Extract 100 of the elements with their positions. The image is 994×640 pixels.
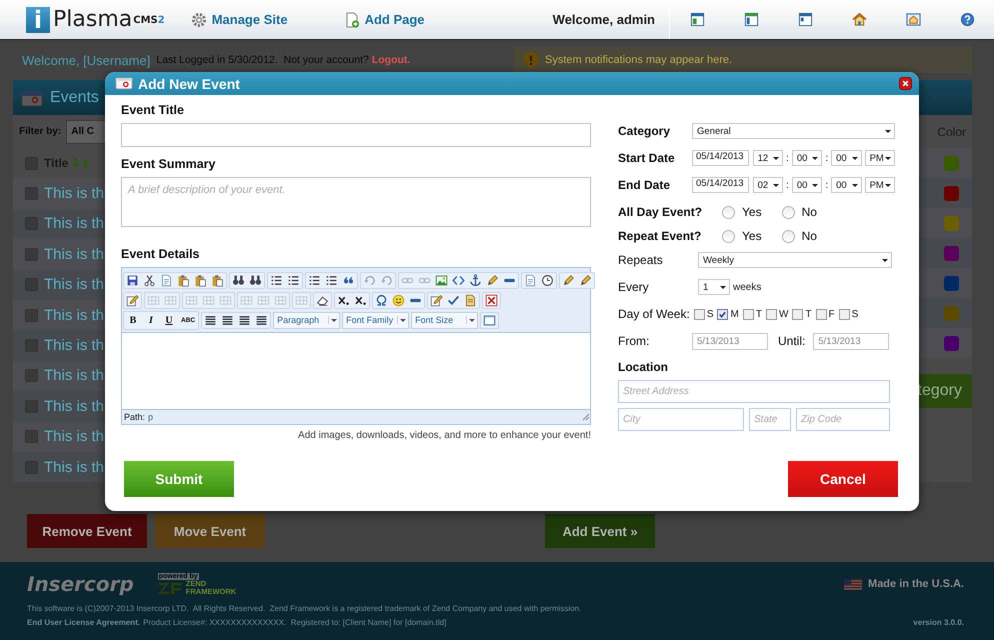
- day-label[interactable]: F: [828, 308, 835, 320]
- list-icon[interactable]: [270, 274, 283, 286]
- day-label[interactable]: M: [730, 308, 739, 320]
- format-button[interactable]: U: [161, 312, 177, 328]
- align-lines-icon[interactable]: [255, 314, 268, 326]
- align-lines-icon[interactable]: [221, 314, 234, 326]
- radio-label[interactable]: Yes: [742, 229, 762, 243]
- eula-link[interactable]: End User License Agreement.: [27, 618, 140, 627]
- checkbox[interactable]: [25, 217, 38, 230]
- pencil-icon[interactable]: [562, 274, 575, 286]
- date-input[interactable]: 05/14/2013: [692, 177, 749, 193]
- action-button[interactable]: Remove Event: [27, 514, 147, 548]
- path-link[interactable]: p: [148, 412, 154, 422]
- smiley-icon[interactable]: [392, 294, 405, 306]
- hour-select[interactable]: 02: [752, 177, 784, 193]
- date-input[interactable]: 05/14/2013: [692, 150, 749, 166]
- format-button[interactable]: B: [125, 312, 141, 328]
- document-icon[interactable]: [160, 274, 173, 286]
- repeats-select[interactable]: Weekly: [698, 252, 892, 268]
- clipboard-icon[interactable]: [177, 274, 190, 286]
- horseshoe-icon[interactable]: [375, 294, 388, 306]
- radio-button[interactable]: [782, 230, 795, 242]
- day-checkbox[interactable]: [766, 308, 777, 320]
- pencil-icon[interactable]: [126, 294, 139, 306]
- event-title-text[interactable]: This is th: [44, 337, 104, 354]
- second-select[interactable]: 00: [831, 177, 862, 193]
- checkbox[interactable]: [25, 369, 38, 382]
- day-label[interactable]: T: [756, 308, 762, 320]
- document-icon[interactable]: [524, 274, 537, 286]
- pencil-icon[interactable]: [486, 274, 499, 286]
- paragraph-dropdown[interactable]: Paragraph: [273, 312, 340, 328]
- home-icon[interactable]: [852, 12, 867, 27]
- window-icon[interactable]: [483, 314, 496, 326]
- checkbox[interactable]: [25, 308, 38, 322]
- format-button[interactable]: I: [143, 312, 159, 328]
- scissors-icon[interactable]: [143, 274, 156, 286]
- font-size-dropdown[interactable]: Font Size: [411, 312, 478, 328]
- list-icon[interactable]: [325, 274, 338, 286]
- second-select[interactable]: 00: [831, 150, 862, 166]
- day-label[interactable]: S: [706, 308, 714, 320]
- day-checkbox[interactable]: [717, 308, 728, 320]
- checkmark-icon[interactable]: [447, 294, 460, 306]
- checkbox[interactable]: [25, 339, 38, 352]
- checkbox[interactable]: [25, 278, 38, 292]
- day-checkbox[interactable]: [792, 308, 804, 320]
- am-pm-select[interactable]: PM: [864, 150, 896, 166]
- checkbox[interactable]: [25, 430, 38, 444]
- am-pm-select[interactable]: PM: [864, 177, 896, 193]
- checkbox[interactable]: [25, 400, 38, 413]
- checkbox[interactable]: [25, 460, 38, 474]
- binoculars-icon[interactable]: [249, 274, 262, 286]
- home-frame-icon[interactable]: [906, 12, 921, 27]
- day-checkbox[interactable]: [694, 308, 705, 320]
- hour-select[interactable]: 12: [752, 150, 784, 166]
- day-label[interactable]: T: [805, 308, 812, 320]
- summary-textarea[interactable]: A brief description of your event.: [121, 177, 591, 227]
- event-title-input[interactable]: [121, 123, 591, 147]
- minute-select[interactable]: 00: [792, 177, 822, 193]
- event-title-text[interactable]: This is th: [44, 215, 104, 232]
- zip-code-input[interactable]: Zip Code: [796, 408, 890, 431]
- layout-icon[interactable]: [690, 12, 705, 27]
- event-title-text[interactable]: This is th: [44, 458, 104, 476]
- pencil-icon[interactable]: [430, 294, 443, 306]
- picture-icon[interactable]: [435, 274, 448, 286]
- cross-box-icon[interactable]: [485, 294, 498, 306]
- radio-label[interactable]: No: [802, 205, 817, 219]
- binoculars-icon[interactable]: [232, 274, 245, 286]
- radio-button[interactable]: [722, 206, 735, 218]
- checkbox[interactable]: [25, 248, 38, 261]
- angle-brackets-icon[interactable]: [452, 274, 465, 286]
- radio-button[interactable]: [782, 206, 795, 218]
- minute-select[interactable]: 00: [792, 150, 822, 166]
- font-family-dropdown[interactable]: Font Family: [342, 312, 410, 328]
- nav-link[interactable]: Add Page: [344, 12, 425, 28]
- category-select[interactable]: General: [692, 123, 895, 139]
- layout-icon[interactable]: [798, 12, 813, 27]
- clipboard-icon[interactable]: [194, 274, 207, 286]
- every-select[interactable]: 1: [698, 279, 730, 295]
- city-input[interactable]: City: [618, 408, 744, 431]
- action-button[interactable]: Add Event »: [545, 514, 655, 548]
- list-icon[interactable]: [308, 274, 321, 286]
- day-checkbox[interactable]: [838, 308, 850, 320]
- align-lines-icon[interactable]: [204, 314, 218, 326]
- state-input[interactable]: State: [749, 408, 791, 431]
- anchor-icon[interactable]: [469, 274, 482, 286]
- list-icon[interactable]: [287, 274, 300, 286]
- street-address-input[interactable]: Street Address: [618, 380, 890, 403]
- event-title-text[interactable]: This is th: [44, 398, 104, 415]
- layout-icon[interactable]: [744, 12, 759, 27]
- checkbox[interactable]: [25, 187, 38, 200]
- resize-grip-icon[interactable]: [582, 413, 590, 421]
- day-label[interactable]: W: [778, 308, 788, 320]
- align-lines-icon[interactable]: [238, 314, 252, 326]
- nav-link[interactable]: Manage Site: [190, 12, 288, 28]
- day-label[interactable]: S: [852, 308, 858, 320]
- radio-button[interactable]: [722, 230, 735, 242]
- pencil-icon[interactable]: [579, 274, 592, 286]
- clock-icon[interactable]: [541, 274, 554, 286]
- document-icon[interactable]: [464, 294, 477, 306]
- radio-label[interactable]: Yes: [742, 205, 762, 219]
